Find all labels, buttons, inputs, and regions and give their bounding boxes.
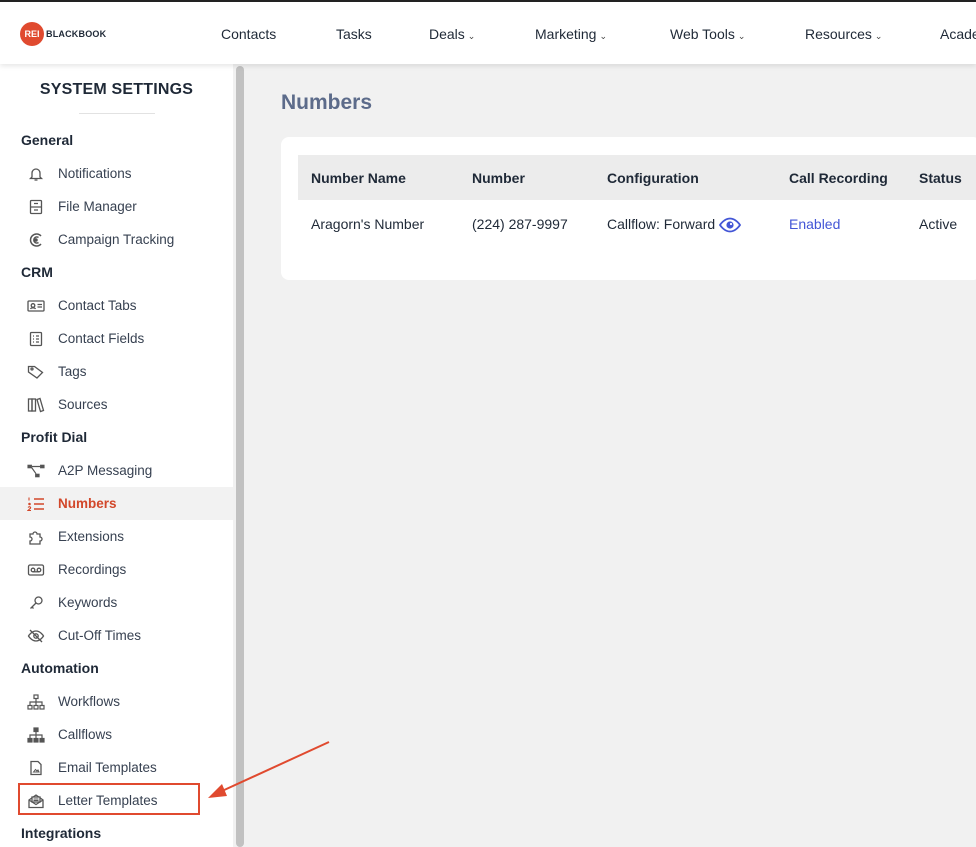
bell-icon	[27, 165, 45, 183]
cell-number: (224) 287-9997	[472, 216, 568, 232]
logo-badge: REI	[20, 22, 44, 46]
sidebar-title: SYSTEM SETTINGS	[39, 81, 194, 98]
sidebar-item-tags[interactable]: Tags	[0, 355, 233, 388]
chevron-down-icon: ⌄	[599, 31, 608, 41]
brand-logo[interactable]: REI BLACKBOOK	[20, 22, 106, 46]
sidebar-item-campaign-tracking[interactable]: Campaign Tracking	[0, 223, 233, 256]
sidebar-scrollbar-thumb[interactable]	[236, 66, 244, 847]
cell-configuration: Callflow: Forward	[607, 216, 742, 236]
chevron-down-icon: ⌄	[874, 31, 883, 41]
nav-marketing[interactable]: Marketing ⌄	[535, 26, 607, 42]
nav-tasks[interactable]: Tasks	[336, 26, 372, 42]
chevron-down-icon: ⌄	[467, 31, 476, 41]
file-cabinet-icon	[27, 198, 45, 216]
books-icon	[27, 396, 45, 414]
signal-icon	[27, 231, 45, 249]
section-integrations: Integrations	[21, 825, 102, 841]
section-general: General	[21, 132, 74, 148]
eye-icon[interactable]	[719, 217, 742, 236]
sidebar-item-workflows[interactable]: Workflows	[0, 685, 233, 718]
sidebar-item-recordings[interactable]: Recordings	[0, 553, 233, 586]
cell-number-name: Aragorn's Number	[311, 216, 425, 232]
numbered-list-icon	[27, 495, 45, 513]
voicemail-icon	[27, 561, 45, 579]
nav-academy[interactable]: Acade	[940, 26, 976, 42]
sidebar-item-callflows[interactable]: Callflows	[0, 718, 233, 751]
nav-contacts[interactable]: Contacts	[221, 26, 276, 42]
sidebar-item-email-templates[interactable]: Email Templates	[0, 751, 233, 784]
hierarchy-icon	[27, 693, 45, 711]
hierarchy-filled-icon	[27, 726, 45, 744]
puzzle-icon	[27, 528, 45, 546]
sidebar-item-sources[interactable]: Sources	[0, 388, 233, 421]
logo-wordmark: BLACKBOOK	[46, 29, 107, 39]
column-header-call-recording[interactable]: Call Recording	[789, 170, 888, 186]
cell-status: Active	[919, 216, 958, 232]
sidebar-item-contact-tabs[interactable]: Contact Tabs	[0, 289, 233, 322]
eye-slash-icon	[27, 627, 45, 645]
sidebar-item-extensions[interactable]: Extensions	[0, 520, 233, 553]
column-header-configuration[interactable]: Configuration	[607, 170, 699, 186]
sidebar-item-file-manager[interactable]: File Manager	[0, 190, 233, 223]
nav-resources[interactable]: Resources ⌄	[805, 26, 882, 42]
settings-sidebar: SYSTEM SETTINGS General Notifications Fi…	[0, 64, 233, 847]
page-title: Numbers	[281, 91, 373, 114]
call-recording-link[interactable]: Enabled	[789, 216, 840, 232]
network-icon	[27, 462, 45, 480]
title-divider	[79, 113, 155, 114]
nav-deals[interactable]: Deals ⌄	[429, 26, 475, 42]
section-automation: Automation	[21, 660, 99, 676]
key-icon	[27, 594, 45, 612]
column-header-number[interactable]: Number	[472, 170, 525, 186]
sidebar-item-numbers[interactable]: Numbers	[0, 487, 233, 520]
document-image-icon	[27, 759, 45, 777]
annotation-highlight-box	[18, 783, 200, 815]
section-crm: CRM	[21, 264, 53, 280]
configuration-text: Callflow: Forward	[607, 216, 716, 232]
chevron-down-icon: ⌄	[737, 31, 746, 41]
nav-web-tools[interactable]: Web Tools ⌄	[670, 26, 745, 42]
tag-icon	[27, 363, 45, 381]
sidebar-item-cut-off-times[interactable]: Cut-Off Times	[0, 619, 233, 652]
top-navigation: REI BLACKBOOK Contacts Tasks Deals ⌄ Mark…	[0, 0, 976, 64]
section-profit-dial: Profit Dial	[21, 429, 88, 445]
sidebar-item-keywords[interactable]: Keywords	[0, 586, 233, 619]
id-card-icon	[27, 297, 45, 315]
column-header-status[interactable]: Status	[919, 170, 962, 186]
sidebar-item-contact-fields[interactable]: Contact Fields	[0, 322, 233, 355]
column-header-number-name[interactable]: Number Name	[311, 170, 406, 186]
list-form-icon	[27, 330, 45, 348]
sidebar-item-a2p-messaging[interactable]: A2P Messaging	[0, 454, 233, 487]
sidebar-item-notifications[interactable]: Notifications	[0, 157, 233, 190]
